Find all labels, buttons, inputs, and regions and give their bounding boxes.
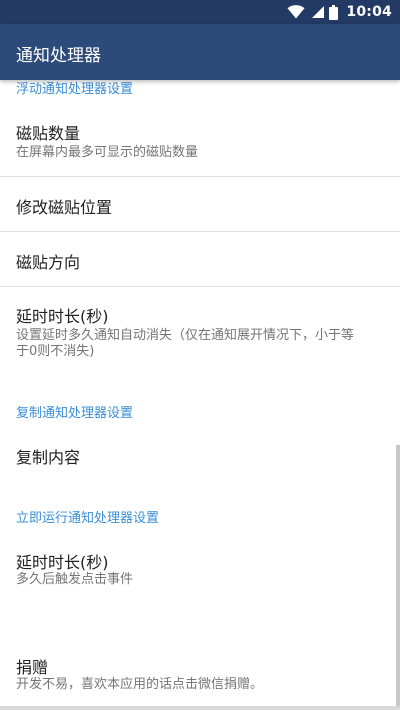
battery-icon (329, 4, 339, 20)
wifi-icon (287, 5, 305, 19)
pref-summary-line2: 于0则不消失) (16, 344, 95, 359)
pref-title: 修改磁贴位置 (16, 198, 113, 217)
signal-icon (312, 6, 325, 18)
app-title: 通知处理器 (16, 46, 101, 66)
pref-dismiss-delay[interactable]: 延时时长(秒) 设置延时多久通知自动消失（仅在通知展开情况下，小于等 于0则不消… (0, 287, 400, 377)
pref-summary: 多久后触发点击事件 (16, 572, 134, 587)
settings-list[interactable]: 浮动通知处理器设置 磁贴数量 在屏幕内最多可显示的磁贴数量 修改磁贴位置 磁贴方… (0, 80, 400, 710)
app-bar: 通知处理器 (0, 24, 400, 80)
bottom-edge (0, 706, 400, 710)
pref-title: 延时时长(秒) (16, 553, 109, 572)
pref-summary: 在屏幕内最多可显示的磁贴数量 (16, 145, 199, 160)
pref-tile-direction[interactable]: 磁贴方向 (0, 232, 400, 286)
pref-donate[interactable]: 捐赠 开发不易，喜欢本应用的话点击微信捐赠。 (0, 635, 400, 710)
pref-click-delay[interactable]: 延时时长(秒) 多久后触发点击事件 (0, 530, 400, 604)
pref-copy-content[interactable]: 复制内容 (0, 426, 400, 482)
pref-title: 磁贴方向 (16, 253, 81, 272)
pref-title: 捐赠 (16, 658, 49, 677)
status-time: 10:04 (346, 4, 392, 20)
pref-title: 磁贴数量 (16, 124, 81, 143)
status-icons: 10:04 (287, 0, 392, 24)
pref-summary-line1: 设置延时多久通知自动消失（仅在通知展开情况下，小于等 (16, 328, 355, 343)
status-bar: 10:04 (0, 0, 400, 24)
scrollbar-thumb[interactable] (396, 445, 400, 710)
section-header-copy: 复制通知处理器设置 (16, 406, 134, 421)
section-header-run: 立即运行通知处理器设置 (16, 511, 160, 526)
pref-summary: 开发不易，喜欢本应用的话点击微信捐赠。 (16, 677, 264, 692)
pref-tile-position[interactable]: 修改磁贴位置 (0, 177, 400, 231)
pref-tile-count[interactable]: 磁贴数量 在屏幕内最多可显示的磁贴数量 (0, 100, 400, 176)
pref-title: 复制内容 (16, 448, 81, 467)
section-header-floating: 浮动通知处理器设置 (16, 82, 134, 97)
pref-title: 延时时长(秒) (16, 307, 109, 326)
